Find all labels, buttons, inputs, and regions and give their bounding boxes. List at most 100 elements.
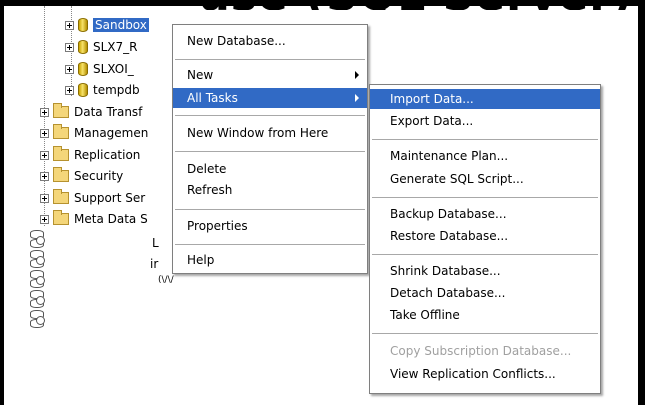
menu-item-label: New Window from Here: [187, 126, 329, 140]
menu-item-copy-subscription-database: Copy Subscription Database...: [370, 341, 600, 361]
menu-item-label: Backup Database...: [390, 207, 507, 221]
menu-item-label: Import Data...: [390, 92, 474, 106]
expand-icon[interactable]: [40, 150, 49, 160]
tree-node-database[interactable]: Sandbox: [65, 16, 149, 34]
menu-item-label: Refresh: [187, 183, 233, 197]
menu-item-label: New: [187, 68, 214, 82]
tree-node-label[interactable]: Data Transf: [74, 105, 142, 119]
menu-item-new-window[interactable]: New Window from Here: [173, 123, 367, 143]
tree-node-folder[interactable]: Support Ser: [40, 189, 145, 207]
menu-separator: [372, 254, 598, 255]
folder-icon: [53, 146, 69, 161]
menu-item-detach-database[interactable]: Detach Database...: [370, 283, 600, 303]
menu-item-new-database[interactable]: New Database...: [173, 31, 367, 51]
submenu-arrow-icon: [355, 94, 359, 102]
expand-icon[interactable]: [40, 107, 49, 117]
tree-node-label[interactable]: Sandbox: [93, 18, 149, 32]
tree-node-database[interactable]: SLXOI_: [65, 60, 134, 78]
tree-node-database[interactable]: tempdb: [65, 81, 140, 99]
menu-item-refresh[interactable]: Refresh: [173, 180, 367, 200]
tree-stub-label: (\/\/: [158, 275, 174, 285]
menu-item-view-replication-conflicts[interactable]: View Replication Conflicts...: [370, 364, 600, 384]
menu-separator: [175, 151, 365, 152]
menu-separator: [175, 244, 365, 245]
folder-icon: [53, 167, 69, 182]
menu-item-delete[interactable]: Delete: [173, 159, 367, 179]
menu-separator: [175, 209, 365, 210]
menu-item-label: Take Offline: [390, 308, 460, 322]
menu-item-take-offline[interactable]: Take Offline: [370, 305, 600, 325]
folder-icon: [53, 103, 69, 118]
database-icon: [78, 18, 88, 32]
all-tasks-submenu: Import Data... Export Data... Maintenanc…: [369, 84, 601, 394]
tree-node-label[interactable]: Meta Data S: [74, 212, 148, 226]
database-icon: [78, 40, 88, 54]
expand-icon[interactable]: [40, 193, 49, 203]
menu-item-help[interactable]: Help: [173, 250, 367, 270]
menu-item-label: Copy Subscription Database...: [390, 344, 572, 358]
menu-item-generate-sql-script[interactable]: Generate SQL Script...: [370, 169, 600, 189]
menu-item-label: Shrink Database...: [390, 264, 501, 278]
tree-node-label[interactable]: Security: [74, 169, 123, 183]
submenu-arrow-icon: [355, 71, 359, 79]
tree-node-label[interactable]: Managemen: [74, 126, 148, 140]
tree-stub-label: L: [152, 236, 159, 250]
menu-item-restore-database[interactable]: Restore Database...: [370, 226, 600, 246]
tree-node-label[interactable]: tempdb: [93, 83, 140, 97]
menu-item-shrink-database[interactable]: Shrink Database...: [370, 261, 600, 281]
menu-item-label: Delete: [187, 162, 227, 176]
tree-node-label[interactable]: SLX7_R: [93, 40, 138, 54]
page-title-banner: ase (SQL Server): [200, 0, 633, 10]
menu-item-backup-database[interactable]: Backup Database...: [370, 204, 600, 224]
expand-icon[interactable]: [65, 64, 74, 74]
tree-node-label[interactable]: Replication: [74, 148, 140, 162]
tree-node-folder[interactable]: Managemen: [40, 124, 148, 142]
menu-item-label: Restore Database...: [390, 229, 509, 243]
server-node-icon[interactable]: [30, 270, 45, 288]
tree-node-label[interactable]: SLXOI_: [93, 62, 134, 76]
menu-item-label: Help: [187, 253, 215, 267]
tree-node-folder[interactable]: Data Transf: [40, 103, 142, 121]
expand-icon[interactable]: [65, 42, 74, 52]
menu-separator: [372, 333, 598, 334]
menu-item-maintenance-plan[interactable]: Maintenance Plan...: [370, 146, 600, 166]
menu-item-export-data[interactable]: Export Data...: [370, 111, 600, 131]
menu-item-label: All Tasks: [187, 91, 238, 105]
expand-icon[interactable]: [40, 128, 49, 138]
menu-item-label: Detach Database...: [390, 286, 506, 300]
folder-icon: [53, 189, 69, 204]
tree-node-folder[interactable]: Meta Data S: [40, 210, 148, 228]
context-menu: New Database... New All Tasks New Window…: [172, 24, 368, 274]
server-node-icon[interactable]: [30, 290, 45, 308]
tree-node-label[interactable]: Support Ser: [74, 191, 145, 205]
menu-item-label: Export Data...: [390, 114, 474, 128]
menu-item-label: Properties: [187, 219, 248, 233]
folder-icon: [53, 124, 69, 139]
server-node-icon[interactable]: [30, 250, 45, 268]
tree-node-folder[interactable]: Replication: [40, 146, 140, 164]
server-node-icon[interactable]: [30, 310, 45, 328]
menu-separator: [372, 197, 598, 198]
menu-item-import-data[interactable]: Import Data...: [370, 89, 600, 109]
database-icon: [78, 83, 88, 97]
folder-icon: [53, 210, 69, 225]
menu-item-properties[interactable]: Properties: [173, 216, 367, 236]
tree-stub-label: ir: [150, 257, 159, 271]
menu-separator: [372, 139, 598, 140]
expand-icon[interactable]: [65, 85, 74, 95]
menu-item-label: View Replication Conflicts...: [390, 367, 556, 381]
expand-icon[interactable]: [40, 214, 49, 224]
menu-item-label: Generate SQL Script...: [390, 172, 524, 186]
menu-separator: [175, 59, 365, 60]
expand-icon[interactable]: [40, 171, 49, 181]
menu-item-label: New Database...: [187, 34, 286, 48]
tree-node-database[interactable]: SLX7_R: [65, 38, 138, 56]
server-node-icon[interactable]: [30, 230, 45, 248]
menu-item-new[interactable]: New: [173, 65, 367, 85]
tree-node-folder[interactable]: Security: [40, 167, 123, 185]
menu-separator: [175, 115, 365, 116]
expand-icon[interactable]: [65, 20, 74, 30]
menu-item-all-tasks[interactable]: All Tasks: [173, 88, 367, 108]
database-icon: [78, 62, 88, 76]
menu-item-label: Maintenance Plan...: [390, 149, 509, 163]
